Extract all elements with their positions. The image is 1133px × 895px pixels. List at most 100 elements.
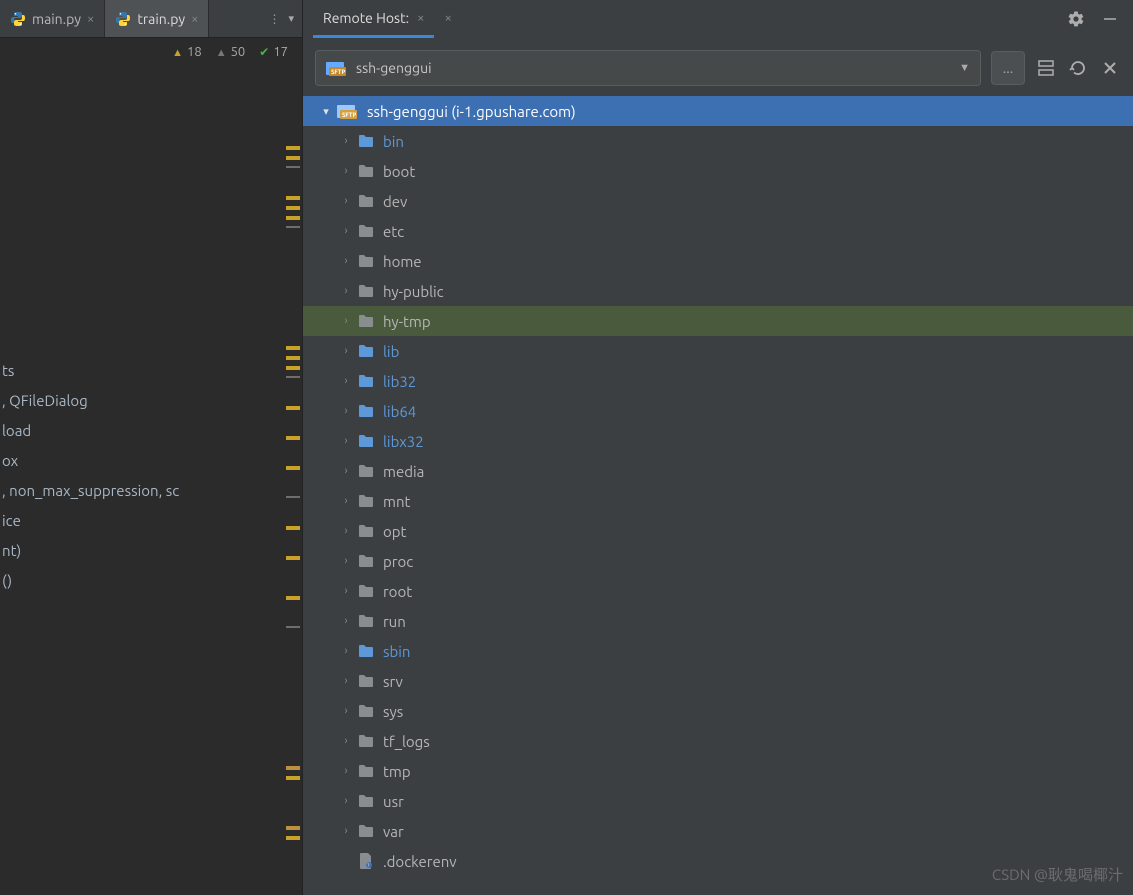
tree-item-label: lib32 — [379, 373, 416, 390]
tree-item-label: root — [379, 583, 412, 600]
folder-icon — [357, 582, 375, 600]
chevron-right-icon[interactable]: › — [339, 765, 353, 777]
chevron-right-icon[interactable]: › — [339, 225, 353, 237]
chevron-right-icon[interactable]: › — [339, 135, 353, 147]
warnings-count[interactable]: 18 — [172, 45, 202, 59]
tree-folder[interactable]: › home — [303, 246, 1133, 276]
tree-folder[interactable]: ›proc — [303, 546, 1133, 576]
tree-folder[interactable]: › etc — [303, 216, 1133, 246]
weak-warnings-count[interactable]: 50 — [216, 45, 246, 59]
chevron-right-icon[interactable]: › — [339, 645, 353, 657]
tree-item-label: hy-tmp — [379, 313, 431, 330]
tree-folder[interactable]: ›srv — [303, 666, 1133, 696]
chevron-right-icon[interactable]: › — [339, 255, 353, 267]
close-panel-icon[interactable] — [1099, 59, 1121, 77]
tree-item-label: run — [379, 613, 406, 630]
chevron-right-icon[interactable]: › — [339, 345, 353, 357]
close-icon[interactable]: × — [191, 12, 198, 26]
tree-folder[interactable]: ›var — [303, 816, 1133, 846]
chevron-right-icon[interactable]: › — [339, 795, 353, 807]
chevron-right-icon[interactable]: › — [339, 525, 353, 537]
tree-folder[interactable]: ›boot — [303, 156, 1133, 186]
tree-item-label: opt — [379, 523, 406, 540]
editor-tab-train[interactable]: train.py × — [105, 0, 209, 37]
more-options-button[interactable]: ... — [991, 51, 1025, 85]
svg-text:?: ? — [367, 862, 369, 868]
split-icon[interactable] — [1035, 59, 1057, 77]
chevron-right-icon[interactable]: › — [339, 615, 353, 627]
tree-folder[interactable]: ›media — [303, 456, 1133, 486]
chevron-right-icon[interactable]: › — [339, 585, 353, 597]
chevron-right-icon[interactable]: › — [339, 675, 353, 687]
tree-folder[interactable]: ›sbin — [303, 636, 1133, 666]
passed-count[interactable]: 17 — [259, 45, 288, 59]
tree-item-label: etc — [379, 223, 404, 240]
code-line: load — [0, 416, 280, 446]
tree-folder[interactable]: › root — [303, 576, 1133, 606]
tree-item-label: .dockerenv — [379, 853, 457, 870]
tree-folder[interactable]: ›tf_logs — [303, 726, 1133, 756]
remote-host-panel: Remote Host: × × SFTP ssh-genggui ▼ — [302, 0, 1133, 895]
chevron-right-icon[interactable]: › — [339, 465, 353, 477]
close-icon[interactable]: × — [417, 11, 424, 25]
host-select[interactable]: SFTP ssh-genggui ▼ — [315, 50, 981, 86]
tree-item-label: mnt — [379, 493, 410, 510]
code-editor[interactable]: ts, QFileDialogloadox, non_max_suppressi… — [0, 66, 302, 895]
folder-icon — [357, 462, 375, 480]
tree-folder[interactable]: ›usr — [303, 786, 1133, 816]
tree-folder[interactable]: › hy-tmp — [303, 306, 1133, 336]
tree-folder[interactable]: ›bin — [303, 126, 1133, 156]
chevron-down-icon[interactable]: ▾ — [288, 12, 294, 25]
tree-folder[interactable]: ›tmp — [303, 756, 1133, 786]
panel-tab-empty[interactable]: × — [434, 0, 461, 38]
tree-folder[interactable]: ›lib — [303, 336, 1133, 366]
tree-folder[interactable]: › mnt — [303, 486, 1133, 516]
chevron-right-icon[interactable]: › — [339, 825, 353, 837]
chevron-right-icon[interactable]: › — [339, 165, 353, 177]
panel-tab-remote-host[interactable]: Remote Host: × — [313, 0, 434, 38]
close-icon[interactable]: × — [444, 11, 451, 25]
code-line: () — [0, 566, 280, 596]
chevron-right-icon[interactable]: › — [339, 435, 353, 447]
more-tabs-icon[interactable]: ⋮ — [268, 12, 280, 26]
inspections-bar[interactable]: 18 50 17 — [0, 38, 302, 66]
folder-icon — [357, 252, 375, 270]
folder-icon — [357, 702, 375, 720]
close-icon[interactable]: × — [87, 12, 94, 26]
tree-file[interactable]: ? .dockerenv — [303, 846, 1133, 876]
chevron-right-icon[interactable]: › — [339, 705, 353, 717]
chevron-right-icon[interactable]: › — [339, 195, 353, 207]
tree-folder[interactable]: ›dev — [303, 186, 1133, 216]
error-stripe[interactable] — [282, 66, 302, 895]
refresh-icon[interactable] — [1067, 59, 1089, 77]
remote-tree[interactable]: ▾ SFTP ssh-genggui (i-1.gpushare.com) ›b… — [303, 94, 1133, 895]
host-select-value: ssh-genggui — [356, 60, 431, 76]
chevron-right-icon[interactable]: › — [339, 375, 353, 387]
tree-folder[interactable]: › run — [303, 606, 1133, 636]
folder-icon — [357, 552, 375, 570]
chevron-right-icon[interactable]: › — [339, 285, 353, 297]
chevron-right-icon[interactable]: › — [339, 315, 353, 327]
chevron-right-icon[interactable]: › — [339, 555, 353, 567]
tree-folder[interactable]: › lib32 — [303, 366, 1133, 396]
chevron-down-icon[interactable]: ▾ — [319, 105, 333, 118]
tree-root-label: ssh-genggui (i-1.gpushare.com) — [363, 103, 576, 120]
chevron-right-icon[interactable]: › — [339, 735, 353, 747]
tree-root[interactable]: ▾ SFTP ssh-genggui (i-1.gpushare.com) — [303, 96, 1133, 126]
tree-folder[interactable]: ›lib64 — [303, 396, 1133, 426]
folder-icon — [357, 432, 375, 450]
chevron-right-icon[interactable]: › — [339, 495, 353, 507]
panel-title: Remote Host: — [323, 10, 409, 26]
tree-folder[interactable]: ›hy-public — [303, 276, 1133, 306]
editor-tab-main[interactable]: main.py × — [0, 0, 105, 37]
tree-folder[interactable]: ›sys — [303, 696, 1133, 726]
settings-icon[interactable] — [1059, 0, 1093, 38]
tab-label: train.py — [137, 11, 185, 27]
chevron-right-icon[interactable]: › — [339, 405, 353, 417]
tree-folder[interactable]: › opt — [303, 516, 1133, 546]
code-line: ts — [0, 356, 280, 386]
folder-icon — [357, 522, 375, 540]
tree-folder[interactable]: ›libx32 — [303, 426, 1133, 456]
tree-item-label: home — [379, 253, 422, 270]
minimize-icon[interactable] — [1093, 0, 1127, 38]
